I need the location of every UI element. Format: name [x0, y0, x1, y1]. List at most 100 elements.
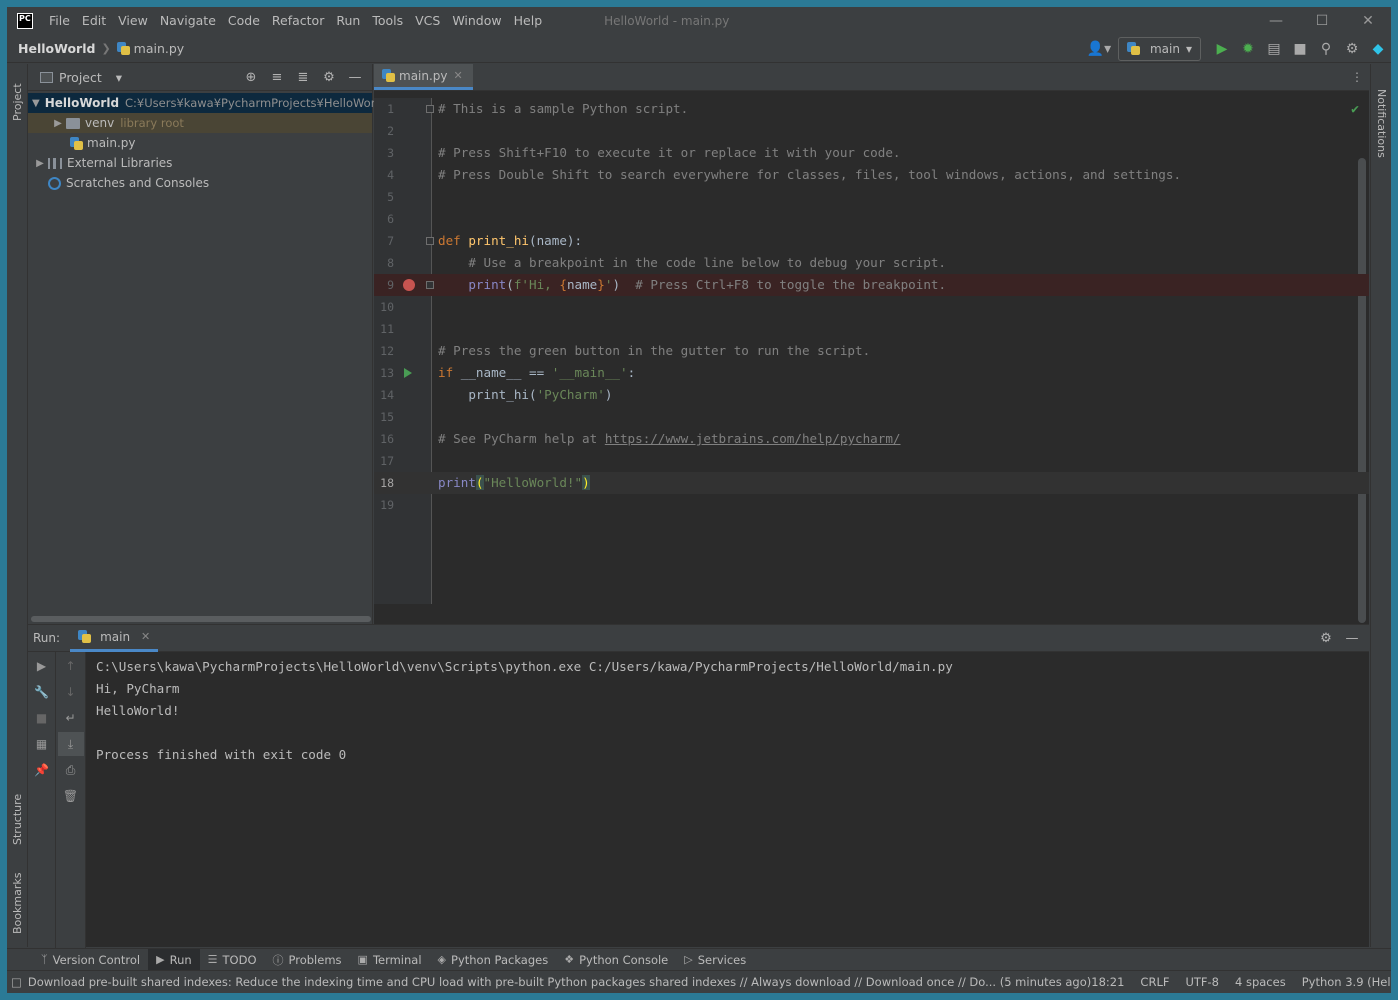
run-gutter-icon[interactable] — [404, 368, 412, 378]
run-icon[interactable]: ▶ — [1209, 37, 1235, 61]
coverage-icon[interactable]: ▤ — [1261, 37, 1287, 61]
tool-todo[interactable]: ☰ TODO — [200, 949, 265, 971]
jetbrains-toolbox-icon[interactable]: ◆ — [1365, 37, 1391, 61]
menu-view[interactable]: View — [112, 7, 154, 35]
menu-refactor[interactable]: Refactor — [266, 7, 330, 35]
code-line[interactable]: 12 # Press the green button in the gutter… — [374, 340, 1369, 362]
code-line[interactable]: 9 print(f'Hi, {name}') # Press Ctrl+F8 t… — [374, 274, 1369, 296]
wrench-icon[interactable]: 🔧 — [29, 680, 55, 704]
breadcrumb-file[interactable]: main.py — [116, 41, 184, 56]
gear-icon[interactable]: ⚙ — [316, 65, 342, 89]
project-view-selector[interactable]: Project ▾ — [40, 70, 122, 85]
code-area[interactable]: ✔ 1 # This is a sample Python script. 2 3 # … — [374, 98, 1369, 623]
collapse-all-icon[interactable]: ≣ — [290, 65, 316, 89]
tree-item-external-libraries[interactable]: ▶ External Libraries — [28, 153, 372, 173]
expand-all-icon[interactable]: ≡ — [264, 65, 290, 89]
tool-problems[interactable]: ⓘ Problems — [265, 949, 350, 971]
file-encoding[interactable]: UTF-8 — [1185, 975, 1219, 989]
run-config-selector[interactable]: main ▾ — [1117, 36, 1201, 61]
layout-toggle-icon[interactable]: □ — [11, 975, 22, 989]
code-line[interactable]: 5 — [374, 186, 1369, 208]
code-line[interactable]: 6 — [374, 208, 1369, 230]
print-icon[interactable]: ⎙ — [58, 758, 84, 782]
code-line[interactable]: 8 # Use a breakpoint in the code line be… — [374, 252, 1369, 274]
trash-icon[interactable]: 🗑 — [58, 784, 84, 808]
chevron-right-icon[interactable]: ▶ — [50, 118, 66, 129]
code-line[interactable]: 19 — [374, 494, 1369, 516]
code-line[interactable]: 15 — [374, 406, 1369, 428]
line-separator[interactable]: CRLF — [1140, 975, 1169, 989]
select-opened-file-icon[interactable]: ⊕ — [238, 65, 264, 89]
rerun-icon[interactable]: ▶ — [29, 654, 55, 678]
indent-setting[interactable]: 4 spaces — [1235, 975, 1286, 989]
code-token[interactable]: https://www.jetbrains.com/help/pycharm/ — [605, 431, 901, 446]
bookmarks-tool-tab[interactable]: Bookmarks — [7, 864, 28, 942]
code-line[interactable]: 13 if __name__ == '__main__': — [374, 362, 1369, 384]
tool-python-packages[interactable]: ◈ Python Packages — [430, 949, 557, 971]
fold-marker-icon[interactable] — [426, 237, 434, 245]
tool-version-control[interactable]: ᛉ Version Control — [33, 949, 148, 971]
stop-icon[interactable]: ■ — [29, 706, 55, 730]
breadcrumb-project[interactable]: HelloWorld — [18, 41, 95, 56]
arrow-up-icon[interactable]: ↑ — [58, 654, 84, 678]
menu-run[interactable]: Run — [330, 7, 366, 35]
structure-tool-tab[interactable]: Structure — [7, 784, 28, 854]
project-tool-tab[interactable]: Project — [7, 72, 28, 132]
tree-item-root[interactable]: ▼ HelloWorld C:¥Users¥kawa¥PycharmProjec… — [28, 93, 386, 113]
menu-edit[interactable]: Edit — [76, 7, 112, 35]
pin-icon[interactable]: 📌 — [29, 758, 55, 782]
horizontal-scrollbar[interactable] — [31, 616, 371, 622]
debug-icon[interactable]: ✹ — [1235, 37, 1261, 61]
tab-main-py[interactable]: main.py ✕ — [374, 64, 473, 90]
maximize-icon[interactable]: ☐ — [1299, 7, 1345, 35]
close-icon[interactable]: ✕ — [141, 630, 150, 643]
menu-window[interactable]: Window — [446, 7, 507, 35]
chevron-right-icon[interactable]: ▶ — [32, 158, 48, 169]
code-line[interactable]: 4 # Press Double Shift to search everywhe… — [374, 164, 1369, 186]
caret-position[interactable]: 18:21 — [1091, 975, 1124, 989]
minimize-icon[interactable]: — — [1253, 7, 1299, 35]
tree-item-venv[interactable]: ▶ venv library root — [28, 113, 372, 133]
code-line[interactable]: 2 — [374, 120, 1369, 142]
menu-code[interactable]: Code — [222, 7, 266, 35]
tool-terminal[interactable]: ▣ Terminal — [350, 949, 430, 971]
notifications-tool-tab[interactable]: Notifications — [1371, 78, 1391, 168]
close-icon[interactable]: ✕ — [1345, 7, 1391, 35]
code-line[interactable]: 10 — [374, 296, 1369, 318]
gear-icon[interactable]: ⚙ — [1313, 626, 1339, 650]
code-line[interactable]: 7 def print_hi(name): — [374, 230, 1369, 252]
tree-item-main-py[interactable]: main.py — [28, 133, 372, 153]
menu-vcs[interactable]: VCS — [409, 7, 446, 35]
layout-icon[interactable]: ▦ — [29, 732, 55, 756]
code-line[interactable]: 17 — [374, 450, 1369, 472]
console-output[interactable]: C:\Users\kawa\PycharmProjects\HelloWorld… — [96, 656, 953, 766]
gear-icon[interactable]: ⚙ — [1339, 37, 1365, 61]
run-tab-main[interactable]: main ✕ — [70, 625, 159, 652]
tool-run[interactable]: ▶ Run — [148, 948, 200, 971]
tool-python-console[interactable]: ❖ Python Console — [556, 949, 676, 971]
code-line[interactable]: 3 # Press Shift+F10 to execute it or repl… — [374, 142, 1369, 164]
close-icon[interactable]: ✕ — [454, 69, 463, 82]
fold-marker-icon[interactable] — [426, 105, 434, 113]
code-line[interactable]: 11 — [374, 318, 1369, 340]
code-line[interactable]: 18 print("HelloWorld!") — [374, 472, 1369, 494]
hide-panel-icon[interactable]: — — [1339, 626, 1365, 650]
menu-file[interactable]: File — [43, 7, 76, 35]
tool-services[interactable]: ▷ Services — [676, 949, 754, 971]
menu-tools[interactable]: Tools — [366, 7, 409, 35]
status-message[interactable]: Download pre-built shared indexes: Reduc… — [28, 975, 1091, 989]
chevron-down-icon[interactable]: ▼ — [32, 98, 40, 109]
stop-icon[interactable]: ■ — [1287, 37, 1313, 61]
menu-help[interactable]: Help — [508, 7, 549, 35]
breakpoint-icon[interactable] — [403, 279, 415, 291]
menu-navigate[interactable]: Navigate — [154, 7, 222, 35]
more-options-icon[interactable]: ⋮ — [1345, 64, 1369, 90]
code-line[interactable]: 16 # See PyCharm help at https://www.jetb… — [374, 428, 1369, 450]
code-line[interactable]: 1 # This is a sample Python script. — [374, 98, 1369, 120]
scroll-to-end-icon[interactable]: ⤓ — [57, 732, 84, 756]
code-line[interactable]: 14 print_hi('PyCharm') — [374, 384, 1369, 406]
interpreter-selector[interactable]: Python 3.9 (HelloWorld) — [1302, 975, 1391, 989]
search-icon[interactable]: ⚲ — [1313, 37, 1339, 61]
fold-marker-icon[interactable] — [426, 281, 434, 289]
hide-panel-icon[interactable]: — — [342, 65, 368, 89]
